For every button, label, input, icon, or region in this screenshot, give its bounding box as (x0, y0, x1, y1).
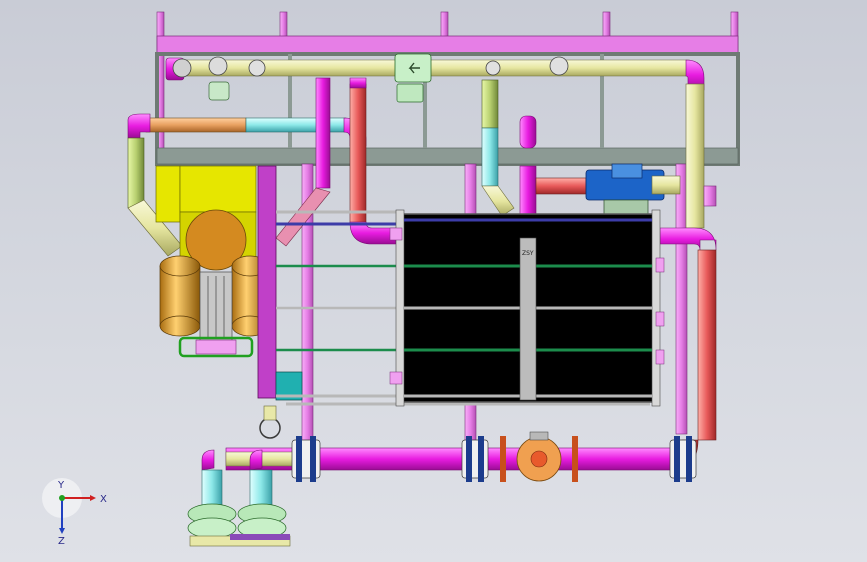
z-axis-label: Z (58, 536, 65, 547)
cad-graphics-viewport[interactable]: ZSY X Y Z (0, 0, 867, 562)
x-axis-label: X (100, 494, 107, 505)
y-axis-label: Y (57, 480, 65, 491)
top-frame[interactable] (155, 11, 740, 166)
red-return-pipe-right[interactable] (659, 185, 717, 467)
plate-heat-exchanger[interactable]: ZSY (389, 209, 665, 407)
bottom-header-pipe[interactable] (225, 431, 697, 482)
bottom-left-pumps[interactable] (187, 405, 291, 547)
xyz-triad-icon: X Y Z (42, 478, 107, 547)
purple-column[interactable] (257, 165, 303, 401)
top-right-valve[interactable] (585, 163, 681, 215)
piping-assembly-model[interactable]: ZSY (0, 0, 867, 562)
pump-motor-assembly[interactable] (155, 165, 269, 358)
plate-label: ZSY (522, 250, 534, 257)
